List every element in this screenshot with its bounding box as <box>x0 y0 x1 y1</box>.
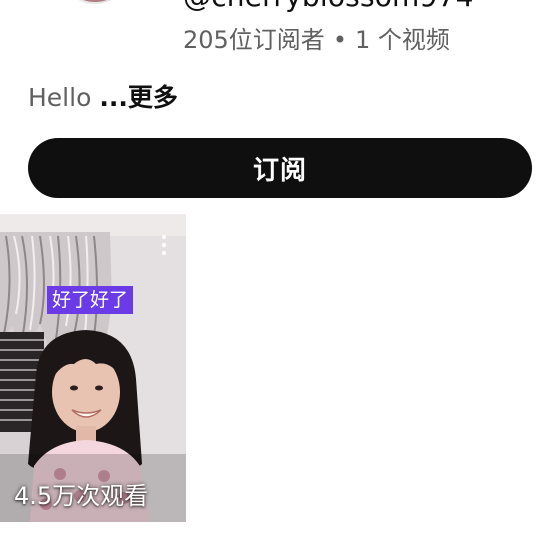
channel-avatar[interactable] <box>60 0 130 4</box>
meta-separator: • <box>332 26 347 54</box>
channel-meta: 205位订阅者 • 1 个视频 <box>183 20 450 55</box>
video-count: 1 个视频 <box>354 26 450 54</box>
short-view-count: 4.5万次观看 <box>14 482 149 510</box>
subscribe-button[interactable]: 订阅 <box>28 138 532 198</box>
channel-description[interactable]: Hello ...更多 <box>28 78 178 114</box>
channel-handle: @cherryblossom974 <box>183 0 474 13</box>
more-options-icon[interactable] <box>160 234 168 256</box>
more-link[interactable]: ...更多 <box>99 83 178 112</box>
short-caption: 好了好了 <box>47 286 134 314</box>
short-thumbnail[interactable]: 好了好了 4.5万次观看 <box>0 214 186 522</box>
channel-page: @cherryblossom974 205位订阅者•1 个视频 Hello ..… <box>0 0 560 560</box>
description-text: Hello <box>28 83 100 112</box>
subscriber-count: 205位订阅者 <box>183 26 325 54</box>
